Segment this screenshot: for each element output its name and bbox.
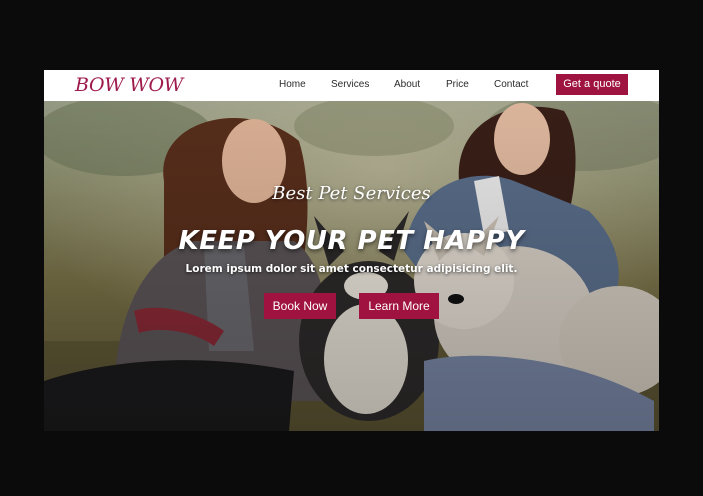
hero-kicker: Best Pet Services bbox=[272, 183, 431, 204]
learn-more-button[interactable]: Learn More bbox=[359, 293, 439, 319]
get-a-quote-button[interactable]: Get a quote bbox=[556, 74, 628, 95]
nav-link-price[interactable]: Price bbox=[446, 79, 469, 91]
nav-link-about[interactable]: About bbox=[394, 79, 420, 91]
hero-subtitle: Lorem ipsum dolor sit amet consectetur a… bbox=[185, 263, 518, 275]
nav-link-home[interactable]: Home bbox=[279, 79, 306, 91]
hero-section: Best Pet Services KEEP YOUR PET HAPPY Lo… bbox=[44, 101, 659, 431]
hero-title: KEEP YOUR PET HAPPY bbox=[178, 226, 525, 256]
website-frame: BOW WOW Home Services About Price Contac… bbox=[44, 70, 659, 431]
hero-content: Best Pet Services KEEP YOUR PET HAPPY Lo… bbox=[44, 101, 659, 431]
book-now-button[interactable]: Book Now bbox=[264, 293, 336, 319]
nav-link-services[interactable]: Services bbox=[331, 79, 369, 91]
nav-link-contact[interactable]: Contact bbox=[494, 79, 528, 91]
top-navbar: BOW WOW Home Services About Price Contac… bbox=[44, 70, 659, 101]
